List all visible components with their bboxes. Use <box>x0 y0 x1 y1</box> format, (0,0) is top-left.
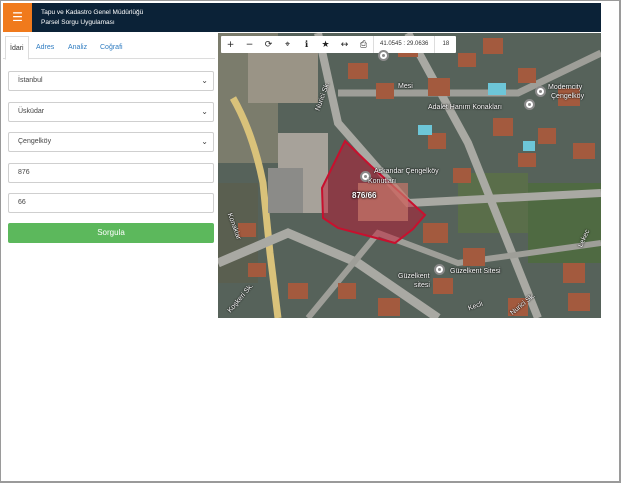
query-panel: İdari Adres Analiz Coğrafi İstanbul ⌄ Üs… <box>3 33 215 478</box>
map-label-adalet: Adalet Hanım Konakları <box>428 104 502 111</box>
parcel-input[interactable]: 66 <box>8 193 214 213</box>
star-icon: ★ <box>321 39 330 50</box>
province-select[interactable]: İstanbul ⌄ <box>8 71 214 91</box>
poi-marker-icon[interactable] <box>434 264 445 275</box>
zoom-in-button[interactable]: + <box>221 36 240 53</box>
map-label-guzelkent: Güzelkent Sitesi <box>450 268 501 275</box>
zoom-in-icon: + <box>226 39 235 50</box>
map-label-moderncity: Moderncity <box>548 84 583 91</box>
zoom-out-button[interactable]: − <box>240 36 259 53</box>
zoom-level: 18 <box>434 36 456 53</box>
map-label-askandar-2: Konutları <box>368 178 397 185</box>
map-label-mesi: Mesi <box>398 83 413 90</box>
hamburger-menu-button[interactable]: ☰ <box>3 3 32 32</box>
refresh-button[interactable]: ⟳ <box>259 36 278 53</box>
map-label-moderncity-2: Çengelköy <box>551 93 585 100</box>
bookmark-button[interactable]: ★ <box>316 36 335 53</box>
app-title-line2: Parsel Sorgu Uygulaması <box>41 19 115 26</box>
app-title: Tapu ve Kadastro Genel Müdürlüğü Parsel … <box>41 8 143 28</box>
zoom-out-icon: − <box>245 39 254 50</box>
block-value: 876 <box>18 169 30 176</box>
satellite-map[interactable]: + − ⟳ ⌖ ℹ ★ ↔ ⎙ 41.0545 : 29.0636 18 Ask… <box>218 33 601 318</box>
hamburger-icon: ☰ <box>12 10 23 24</box>
tab-analiz[interactable]: Analiz <box>68 36 87 59</box>
app-header: ☰ Tapu ve Kadastro Genel Müdürlüğü Parse… <box>3 3 601 32</box>
tab-cografi[interactable]: Coğrafi <box>100 36 123 59</box>
info-icon: ℹ <box>304 39 309 50</box>
info-button[interactable]: ℹ <box>297 36 316 53</box>
map-label-askandar: Askandar Çengelköy <box>374 168 439 175</box>
neighborhood-select[interactable]: Çengelköy ⌄ <box>8 132 214 152</box>
parcel-value: 66 <box>18 199 26 206</box>
print-icon: ⎙ <box>359 39 368 50</box>
poi-marker-icon[interactable] <box>378 50 389 61</box>
measure-icon: ↔ <box>340 39 349 50</box>
poi-marker-icon[interactable] <box>524 99 535 110</box>
locate-icon: ⌖ <box>284 39 291 50</box>
locate-button[interactable]: ⌖ <box>278 36 297 53</box>
block-input[interactable]: 876 <box>8 163 214 183</box>
map-label-guzelkent-3: sitesi <box>414 282 430 289</box>
query-button[interactable]: Sorgula <box>8 223 214 243</box>
chevron-down-icon: ⌄ <box>201 76 208 85</box>
district-value: Üsküdar <box>18 108 45 115</box>
map-label-guzelkent-2: Güzelkent <box>398 273 430 280</box>
tab-idari[interactable]: İdari <box>5 36 29 60</box>
district-select[interactable]: Üsküdar ⌄ <box>8 102 214 122</box>
province-value: İstanbul <box>18 77 43 84</box>
app-title-line1: Tapu ve Kadastro Genel Müdürlüğü <box>41 9 144 16</box>
parcel-label: 876/66 <box>352 191 377 200</box>
measure-button[interactable]: ↔ <box>335 36 354 53</box>
refresh-icon: ⟳ <box>264 39 273 50</box>
chevron-down-icon: ⌄ <box>201 137 208 146</box>
tab-adres[interactable]: Adres <box>36 36 54 59</box>
print-button[interactable]: ⎙ <box>354 36 373 53</box>
chevron-down-icon: ⌄ <box>201 107 208 116</box>
tab-bar: İdari Adres Analiz Coğrafi <box>3 36 215 60</box>
map-toolbar: + − ⟳ ⌖ ℹ ★ ↔ ⎙ 41.0545 : 29.0636 18 <box>221 36 457 53</box>
poi-marker-icon[interactable] <box>535 86 546 97</box>
neighborhood-value: Çengelköy <box>18 138 52 145</box>
